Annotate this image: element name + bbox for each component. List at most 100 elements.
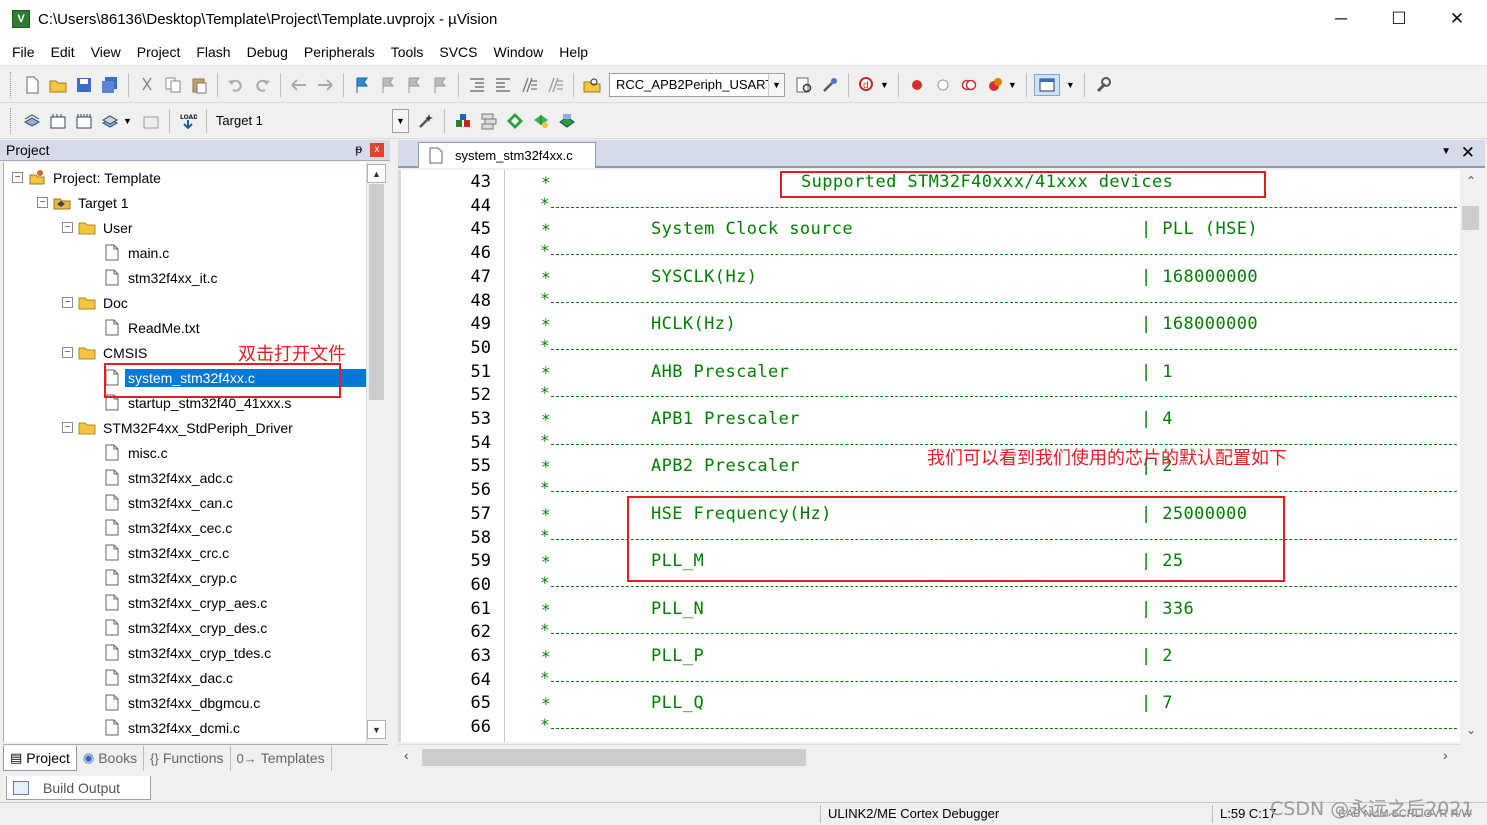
tree-file-item[interactable]: stm32f4xx_cec.c xyxy=(103,515,232,540)
cut-icon[interactable] xyxy=(136,74,158,96)
menu-tools[interactable]: Tools xyxy=(383,44,432,60)
download-load-icon[interactable]: LOAD xyxy=(177,110,199,132)
collapse-icon[interactable]: − xyxy=(62,347,73,358)
collapse-icon[interactable]: − xyxy=(62,422,73,433)
select-packs-icon[interactable] xyxy=(504,110,526,132)
tree-folder-item[interactable]: − CMSIS xyxy=(62,340,147,365)
kill-breakpoints-icon[interactable] xyxy=(984,74,1006,96)
scrollbar-thumb[interactable] xyxy=(1462,206,1479,230)
scrollbar-thumb[interactable] xyxy=(422,749,806,766)
scroll-down-icon[interactable]: ⌄ xyxy=(1460,723,1482,743)
redo-icon[interactable] xyxy=(251,74,273,96)
scroll-down-icon[interactable]: ▼ xyxy=(367,720,386,739)
scroll-up-icon[interactable]: ⌃ xyxy=(1460,174,1482,194)
stop-build-icon[interactable] xyxy=(140,110,162,132)
navigate-back-icon[interactable] xyxy=(288,74,310,96)
tab-project[interactable]: ▤ Project xyxy=(3,745,77,771)
manage-project-items-icon[interactable] xyxy=(452,110,474,132)
target-dropdown[interactable]: ▼ xyxy=(391,108,409,133)
target-select[interactable]: Target 1 xyxy=(212,109,394,133)
target-options-icon[interactable] xyxy=(415,110,437,132)
chevron-down-icon[interactable]: ▼ xyxy=(392,109,408,132)
disable-breakpoints-icon[interactable] xyxy=(958,74,980,96)
tab-templates[interactable]: 0→ Templates xyxy=(231,745,332,771)
tree-file-item[interactable]: stm32f4xx_dbgmcu.c xyxy=(103,690,260,715)
clear-bookmarks-icon[interactable] xyxy=(429,74,451,96)
tab-list-dropdown-icon[interactable]: ▼ xyxy=(1441,146,1451,157)
scroll-up-icon[interactable]: ▲ xyxy=(367,164,386,183)
tree-project-item[interactable]: − Project: Template xyxy=(12,165,161,190)
collapse-icon[interactable]: − xyxy=(12,172,23,183)
batch-build-icon[interactable] xyxy=(99,110,121,132)
scroll-right-icon[interactable]: › xyxy=(1443,747,1448,763)
pin-icon[interactable]: ᵽ xyxy=(355,142,362,156)
enable-breakpoint-icon[interactable] xyxy=(932,74,954,96)
tree-file-item[interactable]: stm32f4xx_cryp.c xyxy=(103,565,237,590)
open-folder-icon[interactable] xyxy=(47,74,69,96)
editor-horizontal-scrollbar[interactable]: ‹ › xyxy=(398,744,1460,768)
menu-window[interactable]: Window xyxy=(486,44,552,60)
close-button[interactable]: ✕ xyxy=(1428,0,1486,38)
save-icon[interactable] xyxy=(73,74,95,96)
close-tab-icon[interactable]: ✕ xyxy=(1461,143,1475,163)
find-in-files-icon[interactable] xyxy=(581,74,603,96)
tree-folder-item[interactable]: − Doc xyxy=(62,290,128,315)
menu-edit[interactable]: Edit xyxy=(43,44,83,60)
collapse-icon[interactable]: − xyxy=(62,297,73,308)
scrollbar-thumb[interactable] xyxy=(369,184,384,400)
scroll-left-icon[interactable]: ‹ xyxy=(404,747,409,763)
tree-folder-item[interactable]: − STM32F4xx_StdPeriph_Driver xyxy=(62,415,293,440)
tree-file-item[interactable]: stm32f4xx_cryp_des.c xyxy=(103,615,267,640)
incremental-find-icon[interactable] xyxy=(793,74,815,96)
build-icon[interactable] xyxy=(47,110,69,132)
menu-project[interactable]: Project xyxy=(129,44,189,60)
editor-vertical-scrollbar[interactable]: ⌃ ⌄ xyxy=(1460,170,1482,742)
project-tree-scrollbar[interactable]: ▲ ▼ xyxy=(366,162,386,742)
chevron-down-icon[interactable]: ▼ xyxy=(1066,80,1075,90)
tree-file-item[interactable]: ReadMe.txt xyxy=(103,315,200,340)
unindent-icon[interactable] xyxy=(492,74,514,96)
tree-file-item[interactable]: stm32f4xx_adc.c xyxy=(103,465,233,490)
minimize-button[interactable]: ─ xyxy=(1312,0,1370,38)
chevron-down-icon[interactable]: ▼ xyxy=(123,116,132,126)
collapse-icon[interactable]: − xyxy=(37,197,48,208)
configure-wrench-icon[interactable] xyxy=(1092,74,1114,96)
tree-file-item[interactable]: stm32f4xx_crc.c xyxy=(103,540,229,565)
debug-tools-icon[interactable] xyxy=(819,74,841,96)
pack-installer-icon[interactable] xyxy=(530,110,552,132)
previous-bookmark-icon[interactable] xyxy=(377,74,399,96)
toolbar-grip[interactable] xyxy=(10,71,13,98)
next-bookmark-icon[interactable] xyxy=(403,74,425,96)
toolbar-grip[interactable] xyxy=(10,107,13,134)
tree-folder-item[interactable]: − User xyxy=(62,215,133,240)
tab-books[interactable]: ◉ Books xyxy=(77,745,145,771)
tree-file-item[interactable]: misc.c xyxy=(103,440,168,465)
new-file-icon[interactable] xyxy=(21,74,43,96)
menu-view[interactable]: View xyxy=(83,44,129,60)
tree-file-item[interactable]: stm32f4xx_cryp_tdes.c xyxy=(103,640,271,665)
uncomment-icon[interactable] xyxy=(544,74,566,96)
translate-icon[interactable] xyxy=(21,110,43,132)
navigate-forward-icon[interactable] xyxy=(314,74,336,96)
undo-icon[interactable] xyxy=(225,74,247,96)
menu-svcs[interactable]: SVCS xyxy=(431,44,485,60)
comment-icon[interactable] xyxy=(518,74,540,96)
tab-functions[interactable]: {} Functions xyxy=(144,745,231,771)
tree-file-item[interactable]: stm32f4xx_it.c xyxy=(103,265,217,290)
maximize-button[interactable]: ☐ xyxy=(1370,0,1428,38)
close-panel-icon[interactable]: x xyxy=(370,143,384,157)
menu-flash[interactable]: Flash xyxy=(188,44,238,60)
menu-debug[interactable]: Debug xyxy=(239,44,296,60)
menu-peripherals[interactable]: Peripherals xyxy=(296,44,383,60)
save-all-icon[interactable] xyxy=(99,74,121,96)
copy-icon[interactable] xyxy=(162,74,184,96)
file-extensions-icon[interactable] xyxy=(478,110,500,132)
insert-bookmark-icon[interactable] xyxy=(351,74,373,96)
menu-file[interactable]: File xyxy=(4,44,43,60)
tree-file-item[interactable]: stm32f4xx_dcmi.c xyxy=(103,715,240,740)
chevron-down-icon[interactable]: ▼ xyxy=(1008,80,1017,90)
window-layout-icon[interactable] xyxy=(1033,73,1060,96)
collapse-icon[interactable]: − xyxy=(62,222,73,233)
insert-breakpoint-icon[interactable] xyxy=(906,74,928,96)
tree-file-item[interactable]: main.c xyxy=(103,240,169,265)
